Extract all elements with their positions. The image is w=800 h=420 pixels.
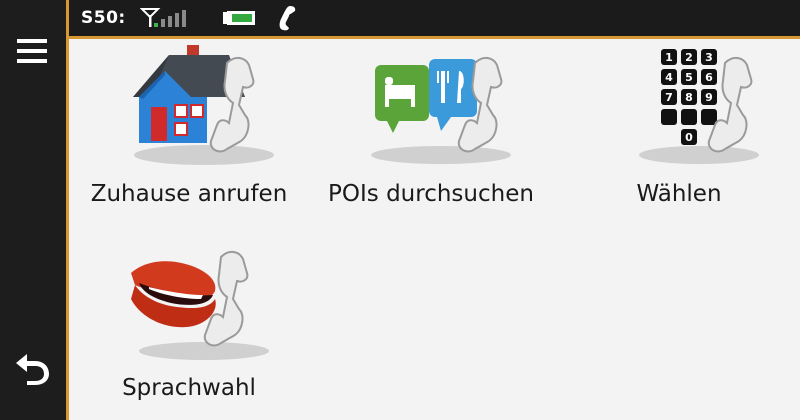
home-phone-icon [133,45,274,165]
svg-text:8: 8 [685,91,693,104]
svg-text:9: 9 [705,91,713,104]
tile-label: POIs durchsuchen [328,181,534,207]
voice-dial-icon [131,251,269,360]
side-rail [0,0,66,420]
dialpad-phone-icon: 123 456 789 0 [639,49,759,164]
phone-menu-grid: Zuhause anrufen POIs durchsuchen 1 2 3 4… [69,39,800,420]
phone-connected-icon [279,6,295,31]
svg-text:0: 0 [685,131,693,144]
back-button[interactable] [12,348,52,388]
hamburger-menu-icon [17,39,47,63]
tile-dial[interactable]: 123 456 789 0 Wählen [559,45,799,225]
svg-text:4: 4 [665,71,673,84]
poi-phone-icon [371,57,511,164]
tile-label: Sprachwahl [122,375,256,401]
tile-search-pois[interactable]: POIs durchsuchen [311,45,551,225]
svg-text:1: 1 [665,51,673,64]
svg-text:7: 7 [665,91,673,104]
back-arrow-icon [16,354,49,385]
signal-icon [139,8,186,27]
battery-icon [222,11,255,25]
tile-label: Wählen [636,181,722,207]
menu-button[interactable] [12,34,52,68]
tile-call-home[interactable]: Zuhause anrufen [69,45,309,225]
status-bar: S50: [69,0,800,36]
tile-voice-dial[interactable]: Sprachwahl [69,239,309,419]
svg-text:6: 6 [705,71,713,84]
svg-text:5: 5 [685,71,693,84]
svg-text:3: 3 [705,51,713,64]
device-name: S50: [81,8,126,28]
tile-label: Zuhause anrufen [90,181,288,207]
svg-text:2: 2 [685,51,693,64]
